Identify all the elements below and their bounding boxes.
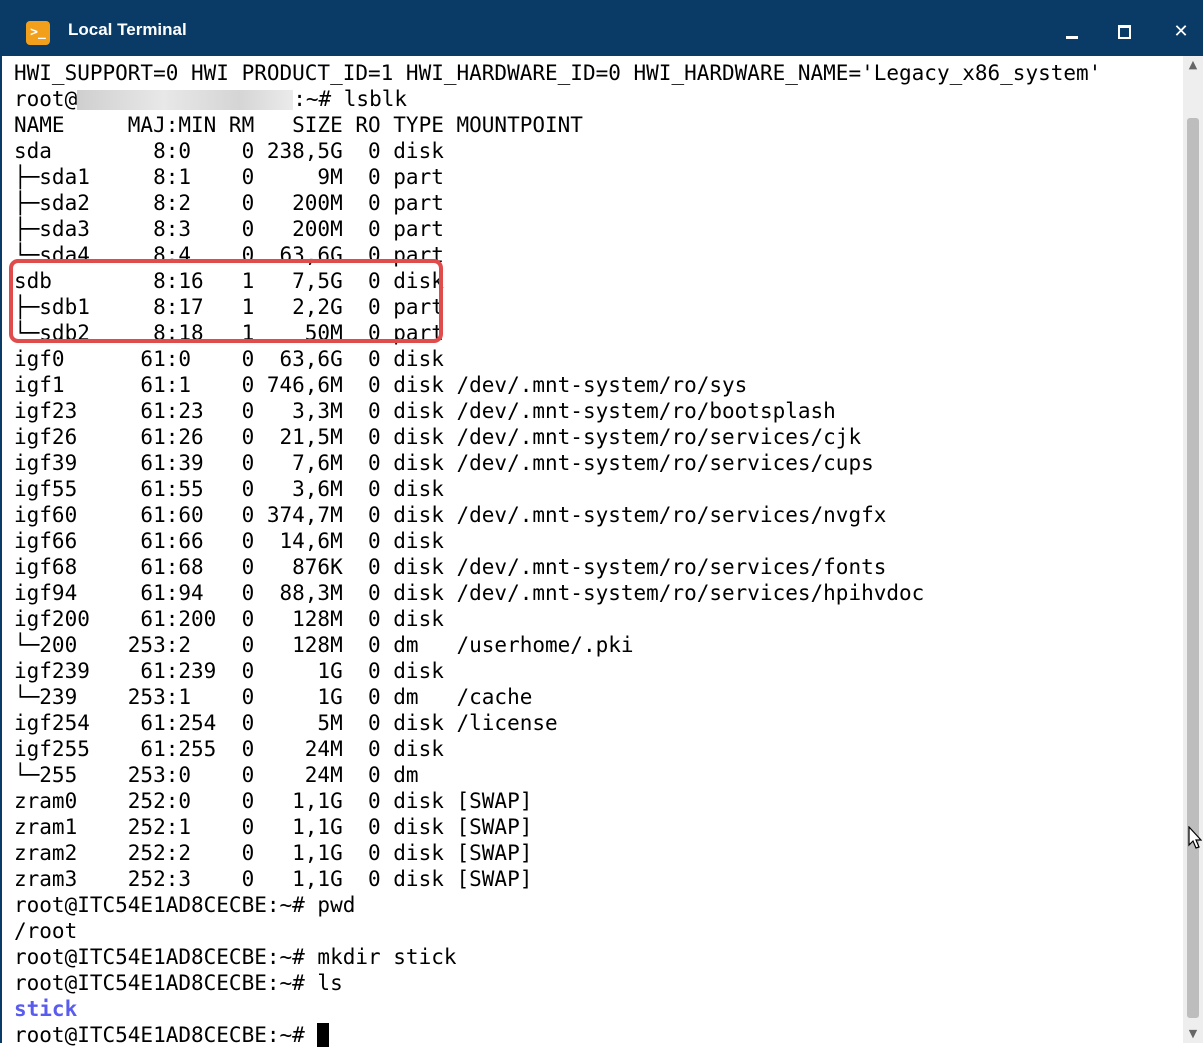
mouse-pointer-icon (1188, 826, 1202, 849)
terminal-line: root@ITC54E1AD8CECBE:~# ls (14, 971, 343, 995)
terminal-line: zram2 252:2 0 1,1G 0 disk [SWAP] (14, 841, 533, 865)
terminal-line: igf0 61:0 0 63,6G 0 disk (14, 347, 444, 371)
terminal-line: igf239 61:239 0 1G 0 disk (14, 659, 444, 683)
terminal-line: igf60 61:60 0 374,7M 0 disk /dev/.mnt-sy… (14, 503, 887, 527)
terminal-line: igf1 61:1 0 746,6M 0 disk /dev/.mnt-syst… (14, 373, 748, 397)
terminal-line: root@ :~# lsblk (14, 86, 1101, 112)
terminal-line: igf26 61:26 0 21,5M 0 disk /dev/.mnt-sys… (14, 425, 862, 449)
minimize-icon (1066, 35, 1078, 39)
terminal-app-icon: >_ (26, 21, 50, 45)
terminal-line: igf68 61:68 0 876K 0 disk /dev/.mnt-syst… (14, 555, 887, 579)
terminal-line: ├─sda2 8:2 0 200M 0 part (14, 191, 444, 215)
terminal-line: igf55 61:55 0 3,6M 0 disk (14, 477, 444, 501)
scrollbar-thumb[interactable] (1187, 118, 1199, 1018)
sdb-highlight-box (9, 259, 443, 343)
terminal-line: igf39 61:39 0 7,6M 0 disk /dev/.mnt-syst… (14, 451, 874, 475)
terminal-line: └─200 253:2 0 128M 0 dm /userhome/.pki (14, 633, 634, 657)
terminal-line: NAME MAJ:MIN RM SIZE RO TYPE MOUNTPOINT (14, 113, 583, 137)
terminal-line: igf200 61:200 0 128M 0 disk (14, 607, 444, 631)
terminal-line: └─255 253:0 0 24M 0 dm (14, 763, 419, 787)
terminal-line: igf23 61:23 0 3,3M 0 disk /dev/.mnt-syst… (14, 399, 836, 423)
terminal-line: ├─sda1 8:1 0 9M 0 part (14, 165, 444, 189)
terminal-line: zram3 252:3 0 1,1G 0 disk [SWAP] (14, 867, 533, 891)
terminal-line: ├─sda3 8:3 0 200M 0 part (14, 217, 444, 241)
terminal-line: root@ITC54E1AD8CECBE:~# (14, 1022, 1101, 1048)
terminal-line: igf255 61:255 0 24M 0 disk (14, 737, 444, 761)
maximize-icon (1117, 25, 1131, 39)
scroll-up-arrow-icon[interactable]: ▲ (1183, 56, 1203, 74)
directory-entry: stick (14, 997, 78, 1021)
scroll-down-arrow-icon[interactable]: ▼ (1183, 1025, 1203, 1043)
prompt-command: :~# lsblk (293, 87, 408, 111)
terminal-output[interactable]: HWI_SUPPORT=0 HWI PRODUCT_ID=1 HWI_HARDW… (0, 56, 1185, 1047)
terminal-line: zram0 252:0 0 1,1G 0 disk [SWAP] (14, 789, 533, 813)
terminal-line: HWI_SUPPORT=0 HWI PRODUCT_ID=1 HWI_HARDW… (14, 61, 1102, 85)
redacted-hostname (77, 90, 294, 110)
text-cursor[interactable] (317, 1023, 330, 1047)
terminal-line: root@ITC54E1AD8CECBE:~# pwd (14, 893, 356, 917)
maximize-button[interactable] (1110, 18, 1138, 46)
terminal-line: root@ITC54E1AD8CECBE:~# mkdir stick (14, 945, 457, 969)
terminal-lines: HWI_SUPPORT=0 HWI PRODUCT_ID=1 HWI_HARDW… (14, 60, 1101, 1048)
shell-prompt: root@ITC54E1AD8CECBE:~# (14, 1023, 318, 1047)
terminal-line: stick (14, 996, 1101, 1022)
title-bar: >_ Local Terminal ✕ (0, 0, 1203, 56)
terminal-line: sda 8:0 0 238,5G 0 disk (14, 139, 444, 163)
terminal-line: igf94 61:94 0 88,3M 0 disk /dev/.mnt-sys… (14, 581, 925, 605)
terminal-line: igf254 61:254 0 5M 0 disk /license (14, 711, 558, 735)
terminal-line: /root (14, 919, 78, 943)
window-title: Local Terminal (68, 20, 187, 39)
prompt-user: root@ (14, 87, 78, 111)
terminal-line: └─239 253:1 0 1G 0 dm /cache (14, 685, 533, 709)
close-icon: ✕ (1173, 21, 1189, 42)
vertical-scrollbar[interactable]: ▲ ▼ (1183, 56, 1203, 1043)
close-button[interactable]: ✕ (1167, 18, 1195, 46)
terminal-line: igf66 61:66 0 14,6M 0 disk (14, 529, 444, 553)
terminal-line: zram1 252:1 0 1,1G 0 disk [SWAP] (14, 815, 533, 839)
minimize-button[interactable] (1058, 18, 1086, 46)
